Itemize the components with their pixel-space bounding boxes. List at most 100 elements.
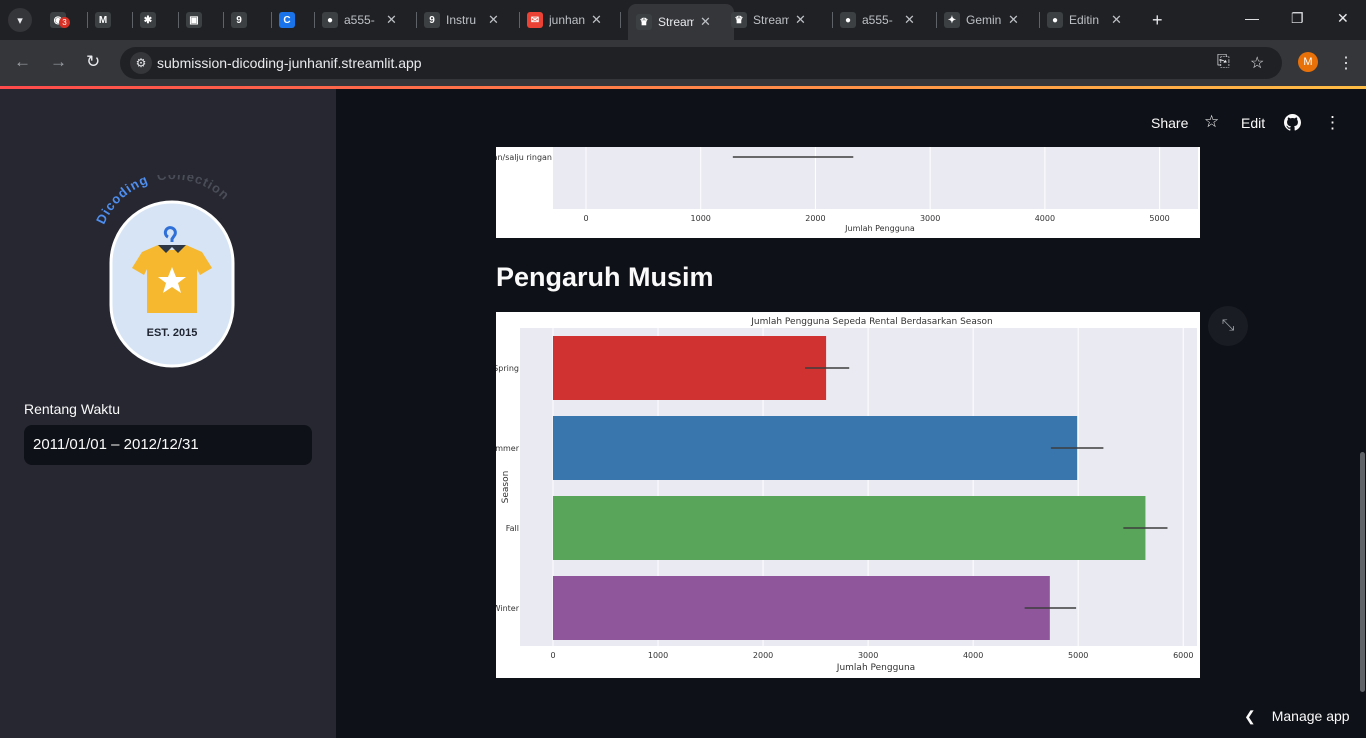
- mail-icon: ✉: [527, 12, 543, 28]
- manage-app-label: Manage app: [1271, 708, 1350, 724]
- browser-tab[interactable]: ✱: [140, 6, 162, 34]
- logo-arc-text-secondary: Collection: [156, 175, 233, 203]
- tab-separator: [416, 12, 417, 28]
- x-tick-label: 2000: [753, 651, 773, 660]
- install-app-icon[interactable]: ⎘: [1217, 53, 1230, 71]
- tab-separator: [620, 12, 621, 28]
- tab-separator: [832, 12, 833, 28]
- y-tick-label: Spring: [496, 364, 519, 373]
- manage-app-button[interactable]: ❮ Manage app: [1244, 708, 1350, 725]
- tab-close-icon[interactable]: ✕: [795, 12, 806, 28]
- browser-tab[interactable]: ♛ Stream ✕: [731, 6, 806, 34]
- tab-separator: [178, 12, 179, 28]
- tab-close-icon[interactable]: ✕: [591, 12, 602, 28]
- tab-separator: [271, 12, 272, 28]
- x-tick-label: 4000: [1035, 214, 1055, 223]
- bar: [553, 576, 1050, 640]
- tab-close-icon[interactable]: ✕: [904, 12, 915, 28]
- tab-label: a555-: [862, 13, 893, 27]
- y-tick-label: Winter: [496, 604, 520, 613]
- site-info-icon[interactable]: ⚙: [130, 52, 152, 74]
- url-text[interactable]: submission-dicoding-junhanif.streamlit.a…: [157, 55, 422, 71]
- share-button[interactable]: Share: [1151, 115, 1188, 131]
- x-tick-label: 3000: [920, 214, 940, 223]
- season-chart-svg: 0 1000 2000 3000 4000 5000 6000 Spring Summer Fal…: [485, 317, 1197, 673]
- tab-search-button[interactable]: ▾: [8, 8, 32, 32]
- new-tab-button[interactable]: +: [1152, 10, 1163, 31]
- tab-close-icon[interactable]: ✕: [488, 12, 499, 28]
- page-scrollbar[interactable]: [1360, 452, 1365, 692]
- streamlit-icon: ♛: [731, 12, 747, 28]
- tab-close-icon[interactable]: ✕: [1008, 12, 1019, 28]
- browser-tab[interactable]: 9 Instru ✕: [424, 6, 499, 34]
- minimize-icon[interactable]: —: [1245, 10, 1259, 26]
- bar: [553, 416, 1078, 480]
- x-tick-label: 3000: [858, 651, 878, 660]
- browser-toolbar: ← → ↻ ⚙ submission-dicoding-junhanif.str…: [0, 40, 1366, 86]
- asana-icon: ✱: [140, 12, 156, 28]
- x-axis-label: Jumlah Pengguna: [836, 663, 915, 673]
- reload-icon[interactable]: ↻: [86, 52, 100, 72]
- github-icon: ●: [322, 12, 338, 28]
- streamlit-icon: ♛: [636, 14, 652, 30]
- tab-label: Stream: [753, 13, 789, 27]
- browser-tab[interactable]: ✦ Gemin ✕: [944, 6, 1019, 34]
- date-range-label: Rentang Waktu: [24, 401, 120, 417]
- fullscreen-icon[interactable]: ⤡: [1208, 306, 1248, 346]
- bar: [553, 336, 827, 400]
- chevron-left-icon: ❮: [1244, 708, 1256, 724]
- browser-tab[interactable]: ✉ junhan ✕: [527, 6, 602, 34]
- y-tick-label: hujan/salju ringan: [496, 153, 552, 162]
- browser-tab[interactable]: ● a555- ✕: [840, 6, 915, 34]
- tab-separator: [314, 12, 315, 28]
- browser-tab[interactable]: 9: [231, 6, 253, 34]
- x-tick-label: 1000: [648, 651, 668, 660]
- tab-label: Editin: [1069, 13, 1100, 27]
- github-icon[interactable]: [1284, 114, 1301, 134]
- season-bar-chart: 0 1000 2000 3000 4000 5000 6000 Spring Summer Fal…: [485, 312, 1200, 678]
- tab-separator: [223, 12, 224, 28]
- x-tick-label: 4000: [963, 651, 983, 660]
- date-range-input[interactable]: 2011/01/01 – 2012/12/31: [24, 425, 312, 465]
- x-tick-label: 2000: [805, 214, 825, 223]
- browser-tab[interactable]: ● a555- ✕: [322, 6, 397, 34]
- tab-close-icon[interactable]: ✕: [700, 14, 711, 30]
- tab-label: Stream: [658, 15, 694, 29]
- x-tick-label: 1000: [691, 214, 711, 223]
- restore-icon[interactable]: ❐: [1291, 10, 1304, 27]
- forward-icon[interactable]: →: [50, 52, 67, 72]
- dicoding-collection-logo: Dicoding Collection EST. 2015: [92, 167, 252, 375]
- y-tick-label: Summer: [496, 444, 520, 453]
- bookmark-star-icon[interactable]: ☆: [1250, 53, 1264, 73]
- x-tick-label: 5000: [1149, 214, 1169, 223]
- tab-close-icon[interactable]: ✕: [386, 12, 397, 28]
- tab-label: Instru: [446, 13, 477, 27]
- gmail-icon: M: [95, 12, 111, 28]
- tab-label: junhan: [549, 13, 585, 27]
- tab-label: Gemin: [966, 13, 1002, 27]
- 9-icon: 9: [424, 12, 440, 28]
- tab-separator: [1039, 12, 1040, 28]
- profile-avatar[interactable]: M: [1298, 52, 1318, 72]
- browser-tab[interactable]: C: [279, 6, 301, 34]
- edit-button[interactable]: Edit: [1241, 115, 1265, 131]
- bar: [553, 496, 1146, 560]
- back-icon[interactable]: ←: [14, 52, 31, 72]
- browser-menu-icon[interactable]: ⋮: [1338, 53, 1354, 73]
- browser-tab[interactable]: ♛ Stream ✕: [628, 4, 734, 40]
- browser-tab[interactable]: ● Editin ✕: [1047, 6, 1122, 34]
- browser-tab[interactable]: M: [95, 6, 117, 34]
- section-title: Pengaruh Musim: [496, 262, 714, 292]
- 9-icon: 9: [231, 12, 247, 28]
- close-window-icon[interactable]: ✕: [1337, 10, 1349, 27]
- x-tick-label: 6000: [1173, 651, 1193, 660]
- classroom-icon: ▣: [186, 12, 202, 28]
- x-tick-label: 0: [550, 651, 555, 660]
- logo-est-text: EST. 2015: [147, 327, 198, 339]
- browser-tab[interactable]: ▣: [186, 6, 208, 34]
- weather-bar-chart: 0 1000 2000 3000 4000 5000 hujan/salju ringan J…: [496, 147, 1200, 238]
- app-menu-icon[interactable]: ⋮: [1324, 113, 1341, 133]
- star-icon[interactable]: ☆: [1204, 112, 1219, 132]
- y-axis-label: Season: [501, 471, 511, 504]
- tab-close-icon[interactable]: ✕: [1111, 12, 1122, 28]
